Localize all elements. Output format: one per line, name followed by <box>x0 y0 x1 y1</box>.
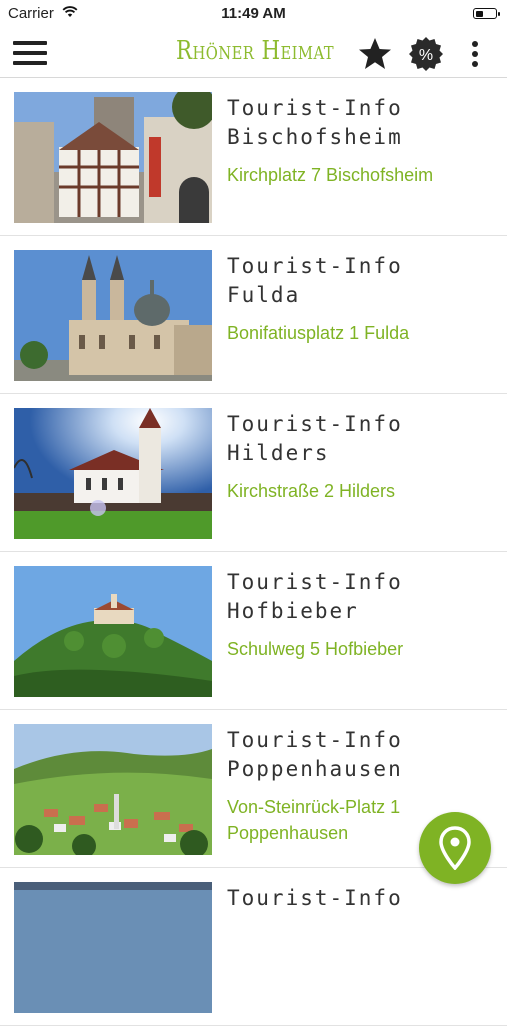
item-address: Schulweg 5 Hofbieber <box>227 639 404 659</box>
item-photo <box>14 566 212 697</box>
item-title: Tourist-Info Poppenhausen <box>227 728 403 781</box>
percent-badge-icon[interactable]: % <box>408 36 444 72</box>
item-title: Tourist-Info Hofbieber <box>227 570 403 623</box>
map-pin-icon <box>439 826 471 870</box>
list-item[interactable]: Tourist-Info <box>0 868 507 1026</box>
item-address: Kirchstraße 2 Hilders <box>227 481 396 501</box>
item-photo <box>14 724 212 855</box>
clock: 11:49 AM <box>221 5 286 22</box>
status-bar: Carrier 11:49 AM <box>0 0 507 28</box>
star-icon[interactable] <box>357 36 393 72</box>
list-item[interactable]: Tourist-Info Hofbieber Schulweg 5 Hofbie… <box>0 552 507 710</box>
list-item[interactable]: Tourist-Info Fulda Bonifatiusplatz 1 Ful… <box>0 236 507 394</box>
item-photo <box>14 250 212 381</box>
map-pin-button[interactable] <box>419 812 491 884</box>
hamburger-icon[interactable] <box>13 41 47 65</box>
app-header: Rhöner Heimat % <box>0 28 507 78</box>
item-photo <box>14 92 212 223</box>
item-title: Tourist-Info <box>227 886 403 910</box>
tourist-info-list: Tourist-Info Bischofsheim Kirchplatz 7 B… <box>0 78 507 1026</box>
list-item[interactable]: Tourist-Info Hilders Kirchstraße 2 Hilde… <box>0 394 507 552</box>
item-title: Tourist-Info Hilders <box>227 412 403 465</box>
item-address: Bonifatiusplatz 1 Fulda <box>227 323 410 343</box>
app-title: Rhöner Heimat <box>176 36 334 66</box>
item-address: Kirchplatz 7 Bischofsheim <box>227 165 434 185</box>
item-title: Tourist-Info Fulda <box>227 254 403 307</box>
battery-icon <box>473 8 500 19</box>
item-photo <box>14 408 212 539</box>
more-vertical-icon[interactable] <box>460 36 490 72</box>
item-photo <box>14 882 212 1013</box>
item-title: Tourist-Info Bischofsheim <box>227 96 403 149</box>
list-item[interactable]: Tourist-Info Bischofsheim Kirchplatz 7 B… <box>0 78 507 236</box>
percent-label: % <box>419 47 433 64</box>
